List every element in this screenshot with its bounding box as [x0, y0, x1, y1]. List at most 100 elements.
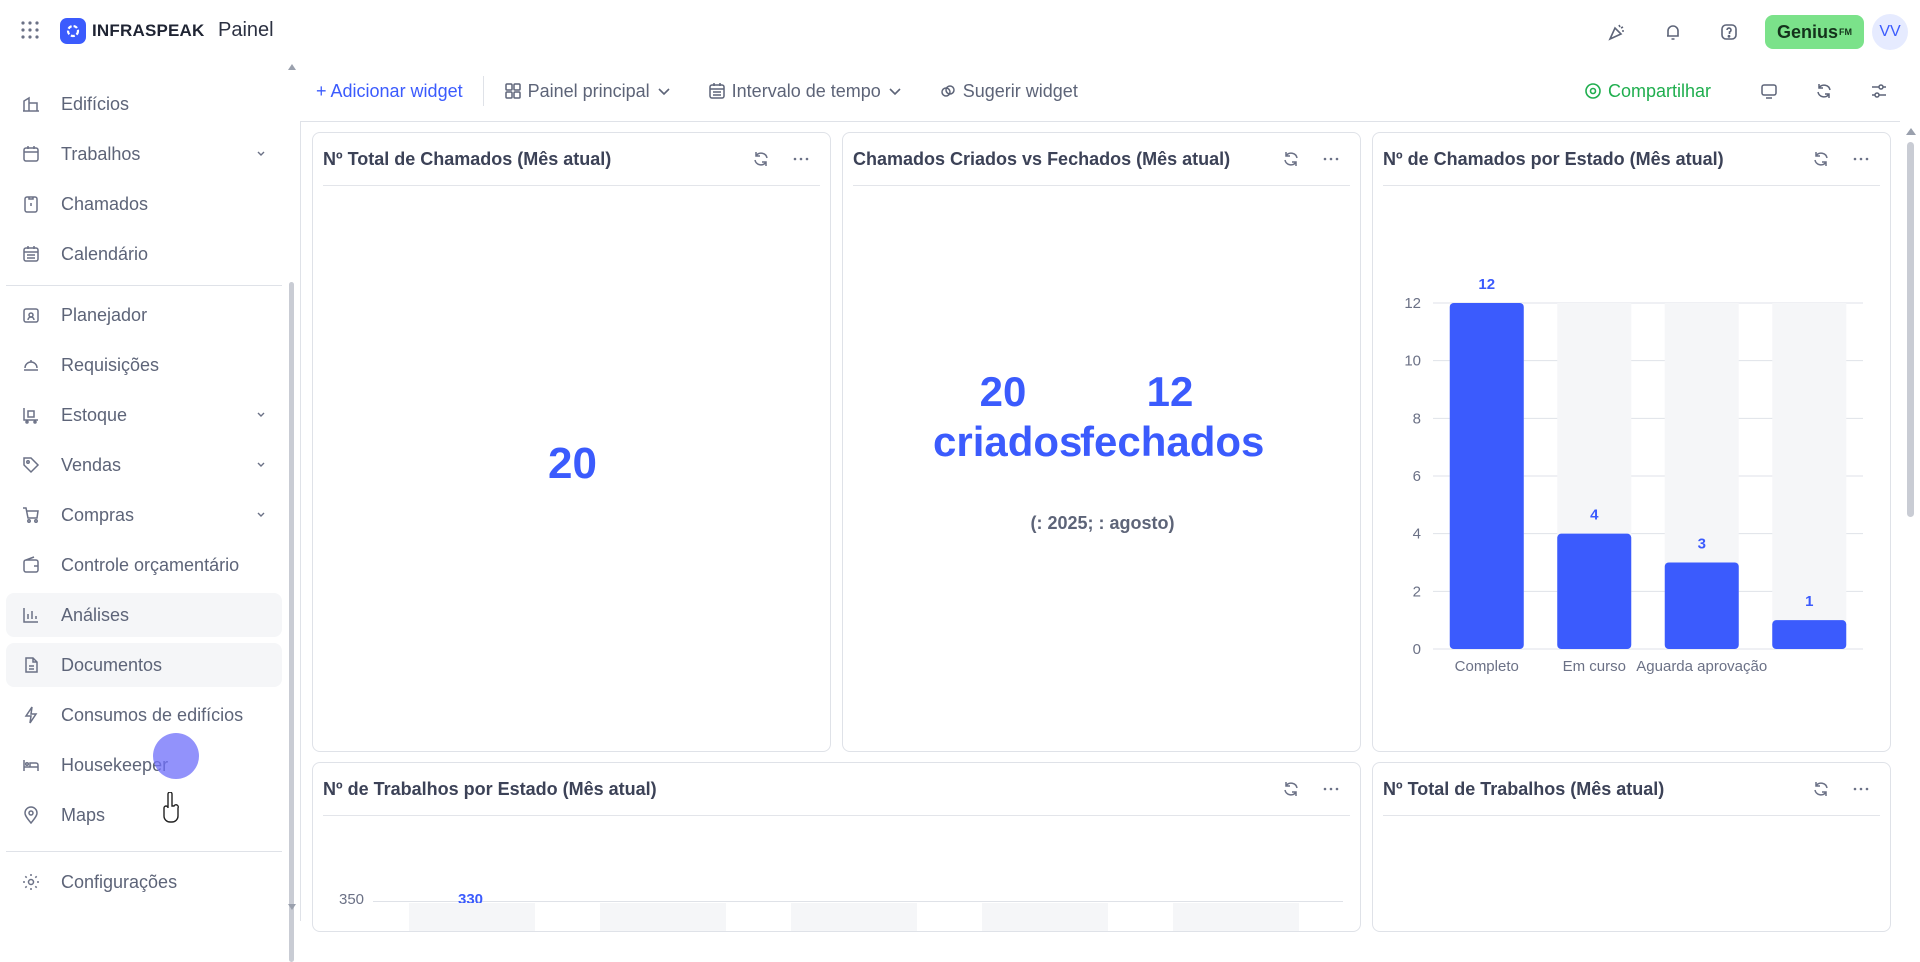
help-icon[interactable]: [1701, 15, 1757, 49]
apps-grid-icon[interactable]: [20, 20, 40, 40]
sidebar-item-label: Consumos de edifícios: [61, 704, 244, 725]
widget-header: Nº Total de Chamados (Mês atual): [323, 133, 820, 186]
widget-title: Nº de Trabalhos por Estado (Mês atual): [323, 778, 657, 799]
sidebar-item-label: Estoque: [61, 404, 128, 425]
sidebar-item-trabalhos[interactable]: Trabalhos: [6, 132, 282, 176]
time-range-dropdown[interactable]: Intervalo de tempo: [708, 81, 903, 102]
logo-mark-icon: [60, 18, 86, 44]
bell-service-icon: [20, 354, 42, 376]
planner-icon: [20, 304, 42, 326]
genius-button[interactable]: Genius FM: [1764, 15, 1864, 49]
y-tick-label: 2: [1413, 583, 1421, 600]
sidebar-item-maps[interactable]: Maps: [6, 793, 282, 837]
more-icon[interactable]: [1852, 780, 1870, 798]
clipboard-icon: [20, 193, 42, 215]
avatar[interactable]: VV: [1872, 14, 1908, 50]
bar: [1449, 303, 1524, 649]
chevron-down-icon: [257, 512, 265, 517]
sidebar-item-label: Configurações: [61, 871, 178, 892]
bar-chart-icon: [20, 604, 42, 626]
more-icon[interactable]: [1322, 150, 1340, 168]
click-indicator: [153, 733, 199, 779]
sidebar-item-label: Housekeeper: [61, 754, 169, 775]
chevron-down-icon: [257, 412, 265, 417]
widget-title: Nº Total de Chamados (Mês atual): [323, 148, 612, 169]
sidebar-item-planejador[interactable]: Planejador: [6, 293, 282, 337]
chevron-down-icon: [889, 88, 901, 96]
main-panel-label: Painel principal: [527, 80, 650, 101]
sidebar-item-configuracoes[interactable]: Configurações: [6, 860, 282, 904]
main-panel-dropdown[interactable]: Painel principal: [504, 81, 672, 102]
refresh-icon[interactable]: [1812, 780, 1830, 798]
chevron-down-icon: [257, 462, 265, 467]
suggest-widget-button[interactable]: Sugerir widget: [939, 81, 1078, 102]
infraspeak-logo[interactable]: INFRASPEAK: [60, 18, 205, 44]
sidebar-item-estoque[interactable]: Estoque: [6, 393, 282, 437]
main-scrollbar[interactable]: [1907, 142, 1914, 517]
widget-title: Nº de Chamados por Estado (Mês atual): [1383, 148, 1724, 169]
top-bar: INFRASPEAK Painel Genius FM VV: [0, 0, 1920, 62]
add-widget-button[interactable]: + Adicionar widget: [316, 81, 463, 102]
sidebar-item-vendas[interactable]: Vendas: [6, 443, 282, 487]
sidebar-item-requisicoes[interactable]: Requisições: [6, 343, 282, 387]
widget-header: Chamados Criados vs Fechados (Mês atual): [853, 133, 1350, 186]
tag-icon: [20, 454, 42, 476]
sidebar-item-documentos[interactable]: Documentos: [6, 643, 282, 687]
main-scroll-up-icon[interactable]: [1906, 128, 1916, 135]
sidebar-scrollbar[interactable]: [289, 282, 294, 962]
widget-total-jobs: Nº Total de Trabalhos (Mês atual): [1372, 762, 1891, 932]
sidebar-divider: [6, 851, 282, 852]
data-label: 4: [1590, 507, 1599, 524]
refresh-icon[interactable]: [1282, 150, 1300, 168]
sidebar-item-compras[interactable]: Compras: [6, 493, 282, 537]
refresh-icon[interactable]: [1282, 780, 1300, 798]
total-tickets-value: 20: [548, 439, 597, 488]
bell-icon[interactable]: [1645, 15, 1701, 49]
tv-mode-icon[interactable]: [1741, 82, 1796, 100]
y-tick-label: 0: [1413, 641, 1421, 658]
refresh-icon[interactable]: [752, 150, 770, 168]
widget-header: Nº de Trabalhos por Estado (Mês atual): [323, 763, 1350, 816]
share-icon: [1585, 83, 1601, 99]
widget-title: Chamados Criados vs Fechados (Mês atual): [853, 148, 1231, 169]
tickets-by-state-chart: 0 2 4 6 8 10 12 12 Completo 4 Em curso 3 Aguarda apr…: [1404, 276, 1863, 675]
genius-label: Genius: [1776, 21, 1838, 42]
created-label: criados: [933, 418, 1083, 465]
sidebar-item-consumos[interactable]: Consumos de edifícios: [6, 693, 282, 737]
link-icon: [941, 85, 955, 97]
bar-track: [600, 903, 726, 931]
more-icon[interactable]: [1852, 150, 1870, 168]
sidebar-scroll-down-icon[interactable]: [288, 904, 296, 910]
sidebar-item-controle-orcamentario[interactable]: Controle orçamentário: [6, 543, 282, 587]
calendar-icon: [20, 243, 42, 265]
layout-icon: [504, 83, 521, 99]
widget-actions: [1282, 780, 1340, 798]
sidebar-item-analises[interactable]: Análises: [6, 593, 282, 637]
sidebar-item-chamados[interactable]: Chamados: [6, 182, 282, 226]
bar: [1664, 562, 1739, 649]
more-icon[interactable]: [792, 150, 810, 168]
widget-actions: [752, 150, 810, 168]
sidebar-item-label: Edifícios: [61, 93, 130, 114]
sidebar-scroll-up-icon[interactable]: [288, 64, 296, 70]
y-tick-label: 350: [339, 891, 365, 908]
share-button[interactable]: Compartilhar: [1584, 81, 1711, 102]
refresh-icon[interactable]: [1796, 82, 1851, 100]
widget-header: Nº de Chamados por Estado (Mês atual): [1383, 133, 1880, 186]
celebrate-icon[interactable]: [1589, 15, 1645, 49]
bar-track: [982, 903, 1108, 931]
y-tick-label: 10: [1404, 353, 1421, 370]
bar-track: [791, 903, 917, 931]
sidebar-item-label: Compras: [61, 504, 135, 525]
content-left-border: [300, 121, 301, 921]
settings-sliders-icon[interactable]: [1851, 82, 1906, 100]
refresh-icon[interactable]: [1812, 150, 1830, 168]
more-icon[interactable]: [1322, 780, 1340, 798]
sidebar: Edifícios Trabalhos Chamados Calendário …: [0, 62, 300, 962]
sidebar-item-calendario[interactable]: Calendário: [6, 232, 282, 276]
widget-actions: [1282, 150, 1340, 168]
sidebar-item-edificios[interactable]: Edifícios: [6, 82, 282, 126]
widget-header: Nº Total de Trabalhos (Mês atual): [1383, 763, 1880, 816]
sidebar-item-housekeeper[interactable]: Housekeeper: [6, 743, 282, 787]
top-right-actions: Genius FM VV: [1589, 14, 1908, 50]
